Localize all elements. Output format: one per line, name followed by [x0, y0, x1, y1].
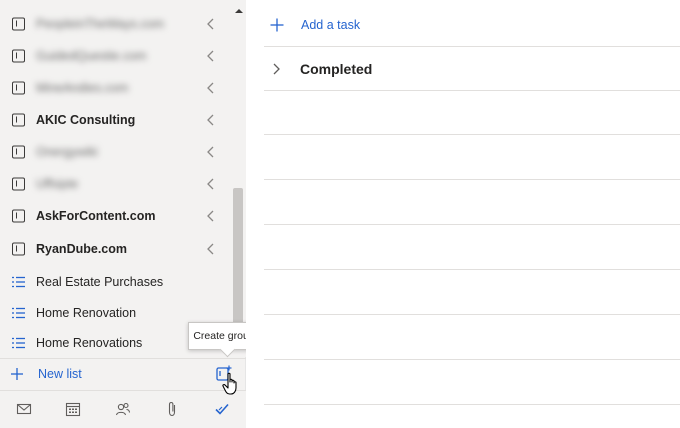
task-row-divider — [264, 224, 680, 225]
chevron-left-icon[interactable] — [206, 210, 216, 222]
add-task-input[interactable]: Add a task — [301, 18, 360, 32]
task-row-divider — [264, 404, 680, 405]
divider — [264, 46, 680, 47]
chevron-left-icon[interactable] — [206, 114, 216, 126]
group-icon — [12, 177, 25, 191]
new-list-label: New list — [38, 367, 82, 381]
task-row-divider — [264, 269, 680, 270]
chevron-left-icon[interactable] — [206, 18, 216, 30]
task-row-divider — [264, 179, 680, 180]
todo-check-icon[interactable] — [214, 401, 230, 417]
sidebar-item-label: Uffsipte — [36, 177, 79, 191]
group-icon — [12, 17, 25, 31]
sidebar-item-label: Home Renovations — [36, 336, 143, 350]
completed-section-toggle[interactable]: Completed — [300, 61, 372, 77]
chevron-left-icon[interactable] — [206, 178, 216, 190]
task-row-divider — [264, 359, 680, 360]
chevron-left-icon[interactable] — [206, 50, 216, 62]
group-icon — [12, 81, 25, 95]
sidebar-item-group[interactable]: Uffsipte — [0, 168, 232, 200]
app-switcher-bar — [0, 390, 246, 428]
list-icon — [12, 276, 25, 288]
sidebar-item-label: Home Renovation — [36, 306, 137, 320]
add-task-plus-icon[interactable] — [270, 18, 284, 32]
scroll-up-arrow-icon[interactable] — [233, 6, 245, 16]
hand-cursor-icon — [222, 372, 237, 395]
chevron-left-icon[interactable] — [206, 82, 216, 94]
group-icon — [12, 242, 25, 256]
new-list-button[interactable]: New list — [0, 358, 246, 390]
sidebar-item-group[interactable]: MineAndies.com — [0, 72, 232, 104]
sidebar-item-ryandube[interactable]: RyanDube.com — [0, 233, 232, 265]
calendar-icon[interactable] — [65, 401, 81, 417]
sidebar: PeopleinTheWays.com GuidedQuestie.com Mi… — [0, 0, 246, 428]
list-icon — [12, 337, 25, 349]
sidebar-item-label: Real Estate Purchases — [36, 275, 164, 289]
sidebar-item-askforcontent[interactable]: AskForContent.com — [0, 200, 232, 232]
sidebar-item-label: PeopleinTheWays.com — [36, 17, 165, 31]
task-list-pane: Add a task Completed — [246, 0, 680, 428]
sidebar-item-akic-consulting[interactable]: AKIC Consulting — [0, 104, 232, 136]
sidebar-item-label: Onergywiki — [36, 145, 98, 159]
sidebar-item-label: AskForContent.com — [36, 209, 156, 223]
sidebar-item-group[interactable]: PeopleinTheWays.com — [0, 8, 232, 40]
group-icon — [12, 113, 25, 127]
divider — [264, 90, 680, 91]
mail-icon[interactable] — [16, 401, 32, 417]
chevron-right-icon[interactable] — [272, 63, 281, 75]
group-icon — [12, 209, 25, 223]
chevron-left-icon[interactable] — [206, 243, 216, 255]
scrollbar-thumb[interactable] — [233, 188, 243, 344]
people-icon[interactable] — [115, 401, 131, 417]
group-icon — [12, 145, 25, 159]
task-row-divider — [264, 134, 680, 135]
sidebar-item-real-estate-purchases[interactable]: Real Estate Purchases — [0, 266, 232, 298]
task-row-divider — [264, 314, 680, 315]
chevron-left-icon[interactable] — [206, 146, 216, 158]
plus-icon — [11, 368, 23, 380]
sidebar-item-label: GuidedQuestie.com — [36, 49, 147, 63]
sidebar-item-label: AKIC Consulting — [36, 113, 136, 127]
attachment-icon[interactable] — [164, 401, 180, 417]
list-area: PeopleinTheWays.com GuidedQuestie.com Mi… — [0, 0, 246, 357]
list-icon — [12, 307, 25, 319]
group-icon — [12, 49, 25, 63]
sidebar-item-group[interactable]: Onergywiki — [0, 136, 232, 168]
sidebar-item-label: RyanDube.com — [36, 242, 127, 256]
sidebar-item-group[interactable]: GuidedQuestie.com — [0, 40, 232, 72]
sidebar-item-label: MineAndies.com — [36, 81, 129, 95]
